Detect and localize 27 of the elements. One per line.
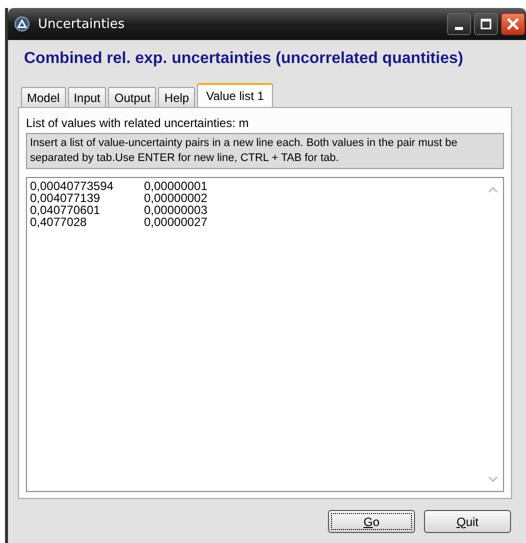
- values-text-area[interactable]: 0,00040773594 0,00000001 0,004077139 0,00000002 0,040770601 0,00000003 0,4077028 0,00000027: [26, 177, 504, 492]
- minimize-button[interactable]: [447, 13, 471, 35]
- window-title: Uncertainties: [38, 16, 126, 32]
- maximize-icon: [480, 18, 492, 30]
- tab[interactable]: Input: [68, 87, 106, 107]
- value-text: 0,004077139: [30, 192, 100, 204]
- list-label: List of values with related uncertainties: m: [26, 116, 250, 132]
- uncertainty-text: 0,00000001: [144, 180, 208, 192]
- tab[interactable]: Value list 1: [197, 83, 273, 107]
- maximize-button[interactable]: [474, 13, 498, 35]
- value-text: 0,00040773594: [30, 180, 114, 192]
- value-text: 0,040770601: [30, 204, 102, 216]
- app-icon: [14, 16, 30, 32]
- hint-text: Insert a list of value-uncertainty pairs in a new line each. Both values in the pair must be separated by tab.Use ENTER for new line, CTRL + TAB for tab.: [26, 133, 504, 169]
- tab[interactable]: Help: [158, 87, 196, 107]
- uncertainty-text: 0,00000003: [144, 204, 208, 216]
- value-text: 0,4077028: [30, 216, 87, 228]
- close-icon: [506, 17, 520, 31]
- tab[interactable]: Model: [21, 87, 66, 107]
- minimize-icon: [455, 26, 463, 30]
- dialog-heading: Combined rel. exp. uncertainties (uncorrelated quantities): [23, 49, 464, 69]
- go-button[interactable]: Go: [328, 510, 415, 533]
- uncertainty-text: 0,00000027: [144, 216, 208, 228]
- close-button[interactable]: [501, 13, 525, 35]
- uncertainty-text: 0,00000002: [144, 192, 208, 204]
- quit-button[interactable]: Quit: [424, 510, 511, 533]
- tab[interactable]: Output: [108, 87, 156, 107]
